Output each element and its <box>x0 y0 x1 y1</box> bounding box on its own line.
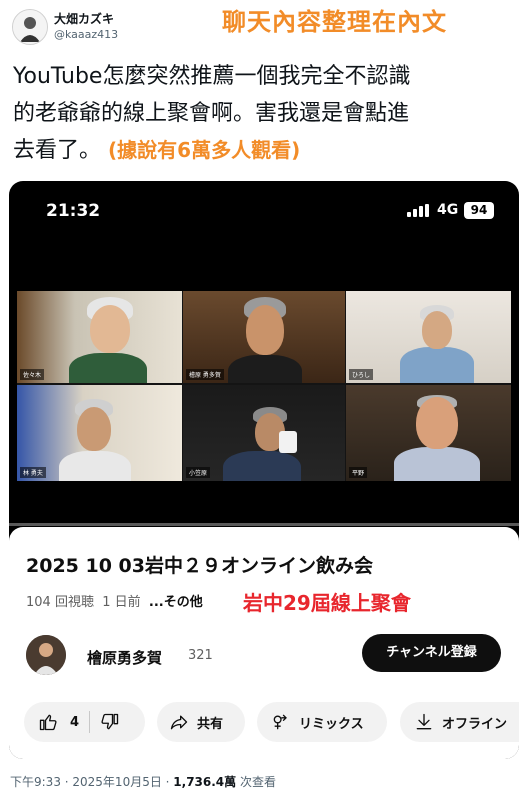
overlay-caption-title: 聊天內容整理在內文 <box>222 8 447 36</box>
network-label: 4G <box>437 202 459 218</box>
overlay-caption-subtitle: 岩中29屆線上聚會 <box>243 591 411 615</box>
remix-icon <box>273 714 287 730</box>
video-title[interactable]: 2025 10 03岩中２９オンライン飲み会 <box>26 551 373 578</box>
embedded-screenshot[interactable]: 21:32 4G 94 佐々木 檜原 勇多賀 ひろし 林 勇夫 小笠原 平野 2… <box>9 181 519 759</box>
tweet-text-line: 去看了。 (據說有6萬多人觀看) <box>13 132 513 169</box>
like-count: 4 <box>70 714 80 730</box>
participant-name-tag: ひろし <box>349 369 374 380</box>
share-label: 共有 <box>197 716 224 732</box>
remix-label: リミックス <box>299 716 364 732</box>
share-icon <box>170 715 188 730</box>
tweet-timestamp[interactable]: 下午9:33 · 2025年10月5日 · <box>10 775 173 789</box>
share-button[interactable]: 共有 <box>157 702 245 742</box>
like-button[interactable]: 4 <box>38 712 79 732</box>
like-divider <box>89 711 91 733</box>
video-progress-track[interactable] <box>9 523 519 526</box>
upload-age: 1 日前 <box>102 595 141 610</box>
channel-avatar[interactable] <box>26 635 66 675</box>
tweet-text-line-end: 去看了。 <box>13 138 102 163</box>
like-dislike-group: 4 <box>24 702 145 742</box>
tweet-text: YouTube怎麼突然推薦一個我完全不認識 的老爺爺的線上聚會啊。害我還是會點進… <box>13 58 513 169</box>
participant-name-tag: 小笠原 <box>186 467 211 478</box>
participant-tile: 平野 <box>346 385 511 481</box>
participant-name-tag: 平野 <box>349 467 368 478</box>
video-meta: 104 回視聴 1 日前 ...その他 <box>26 591 203 610</box>
author-handle[interactable]: @kaaaz413 <box>54 28 118 41</box>
participant-tile: 佐々木 <box>17 291 182 383</box>
dislike-button[interactable] <box>100 712 120 732</box>
signal-icon <box>407 204 431 217</box>
avatar-figure-icon <box>13 10 47 44</box>
channel-subscriber-count: 321 <box>188 648 213 663</box>
subscribe-button[interactable]: チャンネル登録 <box>362 634 501 672</box>
more-link[interactable]: ...その他 <box>149 595 203 610</box>
tweet-note: (據說有6萬多人觀看) <box>108 138 301 162</box>
tweet-text-line: 的老爺爺的線上聚會啊。害我還是會點進 <box>13 101 410 126</box>
participant-name-tag: 佐々木 <box>20 369 45 380</box>
participant-tile: 林 勇夫 <box>17 385 182 481</box>
participant-tile: ひろし <box>346 291 511 383</box>
tweet-footer: 下午9:33 · 2025年10月5日 · 1,736.4萬 次查看 <box>10 773 276 790</box>
battery-icon: 94 <box>464 202 494 219</box>
tweet-text-line: YouTube怎麼突然推薦一個我完全不認識 <box>13 64 411 89</box>
author-avatar[interactable] <box>12 9 48 45</box>
channel-avatar-figure-icon <box>26 635 66 675</box>
video-player[interactable]: 佐々木 檜原 勇多賀 ひろし 林 勇夫 小笠原 平野 <box>17 291 511 481</box>
view-count-suffix: 次查看 <box>236 775 276 789</box>
channel-name[interactable]: 檜原勇多賀 <box>87 647 162 668</box>
offline-label: オフライン <box>442 716 508 732</box>
participant-tile: 檜原 勇多賀 <box>183 291 345 383</box>
video-info-card: 2025 10 03岩中２９オンライン飲み会 104 回視聴 1 日前 ...そ… <box>9 527 519 759</box>
participant-name-tag: 林 勇夫 <box>20 467 46 478</box>
author-name[interactable]: 大畑カズキ <box>54 10 114 27</box>
thumbs-up-icon <box>39 714 57 731</box>
thumbs-down-icon <box>101 713 119 730</box>
view-count-total: 1,736.4萬 <box>173 775 237 789</box>
participant-name-tag: 檜原 勇多賀 <box>186 369 224 380</box>
remix-button[interactable]: リミックス <box>257 702 387 742</box>
cup-icon <box>279 431 297 453</box>
download-icon <box>416 713 432 730</box>
view-count: 104 回視聴 <box>26 595 94 610</box>
status-time: 21:32 <box>46 201 101 221</box>
participant-tile: 小笠原 <box>183 385 345 481</box>
offline-button[interactable]: オフライン <box>400 702 519 742</box>
